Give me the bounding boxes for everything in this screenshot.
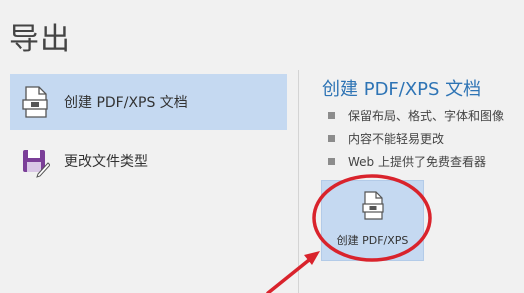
- create-pdf-xps-button-label: 创建 PDF/XPS: [336, 234, 409, 247]
- pdf-document-icon: [361, 191, 385, 221]
- bullet-icon: [328, 112, 335, 119]
- red-arrow: [266, 251, 320, 293]
- sidebar-item-create-pdf-xps[interactable]: 创建 PDF/XPS 文档: [10, 74, 287, 130]
- sidebar-item-label: 创建 PDF/XPS 文档: [64, 95, 188, 111]
- list-item: 内容不能轻易更改: [328, 127, 504, 150]
- bullet-icon: [328, 135, 335, 142]
- list-item: 保留布局、格式、字体和图像: [328, 104, 504, 127]
- bullet-icon: [328, 158, 335, 165]
- sidebar-item-label: 更改文件类型: [64, 154, 148, 170]
- create-pdf-xps-button[interactable]: 创建 PDF/XPS: [321, 180, 424, 261]
- list-item: Web 上提供了免费查看器: [328, 150, 504, 173]
- save-edit-icon: [20, 144, 51, 178]
- pdf-document-icon: [20, 85, 50, 119]
- detail-title: 创建 PDF/XPS 文档: [322, 79, 482, 100]
- sidebar-item-change-file-type[interactable]: 更改文件类型: [10, 133, 287, 189]
- feature-list: 保留布局、格式、字体和图像 内容不能轻易更改 Web 上提供了免费查看器: [328, 104, 504, 173]
- panel-divider: [298, 70, 299, 293]
- page-title: 导出: [9, 22, 71, 57]
